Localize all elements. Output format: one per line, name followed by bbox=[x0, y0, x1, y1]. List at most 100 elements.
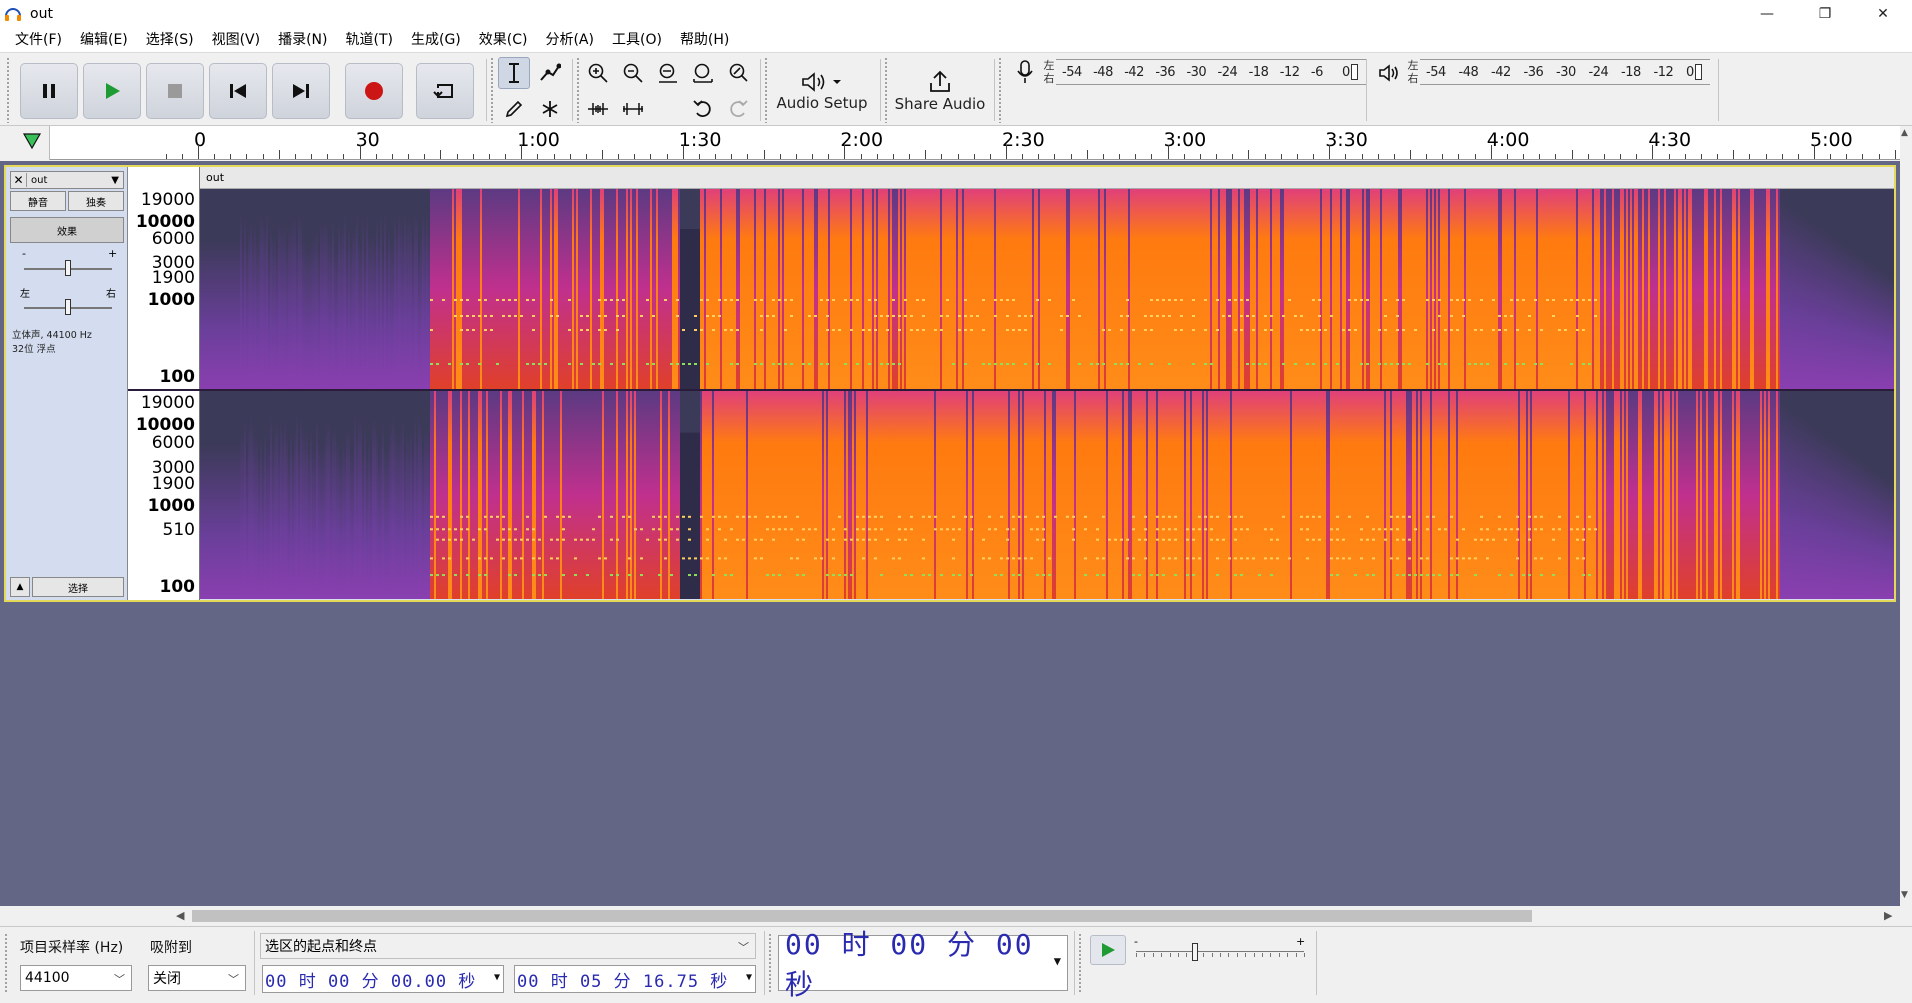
record-button[interactable] bbox=[345, 63, 403, 119]
close-track-icon[interactable]: ✕ bbox=[11, 173, 27, 187]
spectrogram-column bbox=[582, 391, 584, 599]
spectrogram-column bbox=[1728, 189, 1730, 389]
selection-tool-button[interactable] bbox=[498, 57, 530, 89]
project-rate-select[interactable]: 44100 ﹀ bbox=[20, 965, 132, 991]
meter-gain-thumb[interactable] bbox=[1351, 64, 1358, 80]
format-dropdown-icon[interactable]: ▼ bbox=[1054, 954, 1063, 968]
draw-tool-button[interactable] bbox=[498, 93, 530, 125]
selection-mode-select[interactable]: 选区的起点和终点 ﹀ bbox=[260, 933, 756, 959]
microphone-icon[interactable] bbox=[1016, 59, 1034, 85]
spectrogram-harmonic bbox=[1192, 315, 1195, 317]
skip-to-start-button[interactable] bbox=[209, 63, 267, 119]
trim-audio-button[interactable] bbox=[582, 93, 614, 125]
track-area[interactable]: ✕ out ▼ 静音 独奏 效果 - + 左 右 立体声, 44100 Hz 3… bbox=[0, 161, 1900, 906]
selection-end-time[interactable]: 00 时 05 分 16.75 秒 ▼ bbox=[514, 965, 756, 993]
record-meter-grip[interactable] bbox=[998, 57, 1002, 123]
mute-button[interactable]: 静音 bbox=[10, 191, 66, 211]
audio-setup-grip[interactable] bbox=[764, 57, 768, 123]
scroll-up-arrow-icon[interactable]: ▲ bbox=[1901, 128, 1908, 138]
track-header[interactable]: ✕ out ▼ bbox=[10, 171, 124, 189]
menu-generate[interactable]: 生成(G) bbox=[402, 28, 470, 52]
solo-button[interactable]: 独奏 bbox=[68, 191, 124, 211]
pan-slider-thumb[interactable] bbox=[65, 299, 71, 315]
playback-meter[interactable]: 左右 -54 -48 -42 -36 -30 -24 -18 -12 0 bbox=[1406, 57, 1710, 87]
audio-track[interactable]: ✕ out ▼ 静音 独奏 效果 - + 左 右 立体声, 44100 Hz 3… bbox=[4, 165, 1896, 602]
spectrogram-harmonic bbox=[868, 299, 871, 301]
menu-file[interactable]: 文件(F) bbox=[6, 28, 71, 52]
audio-setup-button[interactable]: Audio Setup bbox=[772, 59, 872, 123]
menu-tools[interactable]: 工具(O) bbox=[603, 28, 671, 52]
menu-view[interactable]: 视图(V) bbox=[203, 28, 270, 52]
fit-selection-button[interactable] bbox=[652, 57, 684, 89]
zoom-toggle-button[interactable] bbox=[722, 57, 754, 89]
menu-edit[interactable]: 编辑(E) bbox=[71, 28, 137, 52]
spectrogram-harmonic bbox=[1426, 363, 1429, 365]
timeline-ruler[interactable]: 0 30 1:00 1:30 2:00 2:30 3:00 3:30 4:00 4:30 5:00 bbox=[0, 126, 1900, 160]
close-button[interactable]: ✕ bbox=[1854, 0, 1912, 28]
skip-to-end-button[interactable] bbox=[272, 63, 330, 119]
edit-grip[interactable] bbox=[576, 57, 580, 123]
spectrogram-harmonic bbox=[1072, 528, 1075, 531]
tools-grip[interactable] bbox=[490, 57, 494, 123]
selection-start-time[interactable]: 00 时 00 分 00.00 秒 ▼ bbox=[262, 965, 504, 993]
record-meter[interactable]: 左右 -54 -48 -42 -36 -30 -24 -18 -12 -6 0 bbox=[1042, 57, 1366, 87]
menu-help[interactable]: 帮助(H) bbox=[671, 28, 738, 52]
format-dropdown-icon[interactable]: ▼ bbox=[494, 972, 501, 983]
scroll-right-arrow-icon[interactable]: ▶ bbox=[1884, 909, 1892, 922]
spectrogram-column bbox=[1832, 439, 1834, 599]
undo-button[interactable] bbox=[687, 93, 719, 125]
redo-button[interactable] bbox=[722, 93, 754, 125]
envelope-tool-button[interactable] bbox=[534, 57, 566, 89]
audio-position-display[interactable]: 00 时 00 分 00 秒 ▼ bbox=[778, 928, 1068, 1001]
menu-transport[interactable]: 播录(N) bbox=[269, 28, 336, 52]
effects-button[interactable]: 效果 bbox=[10, 217, 124, 243]
pause-button[interactable] bbox=[20, 63, 78, 119]
spectrogram-left-channel[interactable] bbox=[200, 189, 1894, 389]
spectrogram-column bbox=[428, 431, 430, 599]
multi-tool-button[interactable] bbox=[534, 93, 566, 125]
selection-toolbar-grip[interactable] bbox=[4, 933, 8, 993]
format-dropdown-icon[interactable]: ▼ bbox=[746, 972, 753, 983]
stop-button[interactable] bbox=[146, 63, 204, 119]
spectrogram-column bbox=[1038, 391, 1040, 599]
share-audio-button[interactable]: Share Audio bbox=[890, 59, 990, 123]
track-menu-dropdown-icon[interactable]: ▼ bbox=[111, 175, 119, 186]
select-track-button[interactable]: 选择 bbox=[32, 577, 124, 597]
minimize-button[interactable]: — bbox=[1738, 0, 1796, 28]
time-toolbar-grip[interactable] bbox=[768, 933, 772, 993]
frequency-scale[interactable]: 19000 10000 6000 3000 1900 1000 100 19000 10000 6… bbox=[128, 167, 200, 600]
meter-scale-label: -54 bbox=[1426, 64, 1446, 80]
loop-button[interactable] bbox=[416, 63, 474, 119]
spectrogram-harmonic bbox=[826, 299, 829, 301]
menu-select[interactable]: 选择(S) bbox=[137, 28, 203, 52]
spectrogram-harmonic bbox=[562, 574, 565, 577]
play-speed-slider[interactable] bbox=[1136, 951, 1304, 952]
restore-button[interactable]: ❐ bbox=[1796, 0, 1854, 28]
silence-audio-button[interactable] bbox=[617, 93, 649, 125]
share-audio-grip[interactable] bbox=[884, 57, 888, 123]
fit-project-button[interactable] bbox=[687, 57, 719, 89]
speaker-icon[interactable] bbox=[1378, 63, 1400, 83]
play-at-speed-button[interactable] bbox=[1090, 935, 1126, 965]
meter-gain-thumb[interactable] bbox=[1695, 64, 1702, 80]
collapse-track-button[interactable]: ▲ bbox=[10, 577, 30, 597]
spectrogram-right-channel[interactable] bbox=[200, 391, 1894, 599]
menu-analyze[interactable]: 分析(A) bbox=[536, 28, 603, 52]
spectrogram-harmonic bbox=[1396, 538, 1399, 541]
toolbar-grip[interactable] bbox=[6, 57, 10, 123]
spectrogram-column bbox=[1868, 260, 1870, 389]
scroll-down-arrow-icon[interactable]: ▼ bbox=[1901, 890, 1908, 900]
menu-effect[interactable]: 效果(C) bbox=[470, 28, 537, 52]
play-head-marker-icon[interactable] bbox=[22, 132, 42, 152]
vertical-scrollbar[interactable]: ▲ ▼ bbox=[1900, 126, 1912, 926]
play-button[interactable] bbox=[83, 63, 141, 119]
snap-to-select[interactable]: 关闭 ﹀ bbox=[148, 965, 246, 991]
menu-tracks[interactable]: 轨道(T) bbox=[337, 28, 402, 52]
play-at-speed-grip[interactable] bbox=[1078, 933, 1082, 993]
horizontal-scroll-thumb[interactable] bbox=[192, 910, 1532, 922]
zoom-out-button[interactable] bbox=[617, 57, 649, 89]
gain-slider-thumb[interactable] bbox=[65, 260, 71, 276]
scroll-left-arrow-icon[interactable]: ◀ bbox=[176, 909, 184, 922]
play-speed-thumb[interactable] bbox=[1191, 943, 1198, 961]
zoom-in-button[interactable] bbox=[582, 57, 614, 89]
